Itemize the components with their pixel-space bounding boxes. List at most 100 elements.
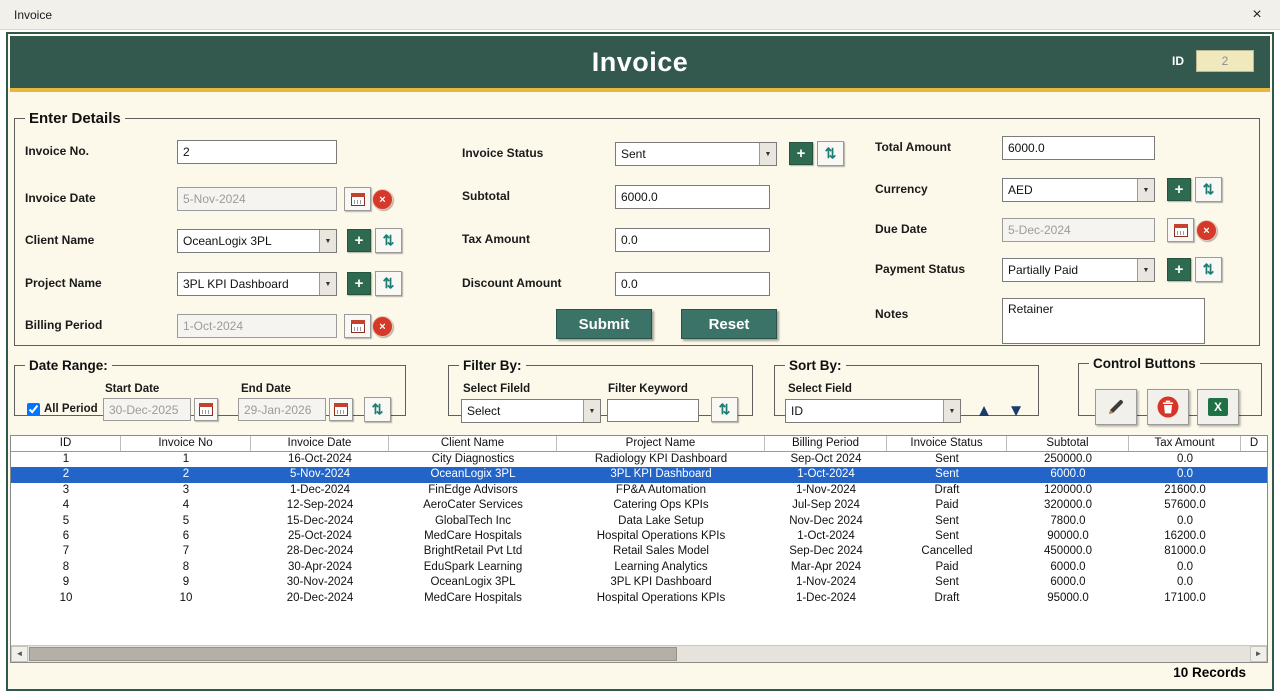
start-date-input[interactable] [103,398,191,421]
due-date-calendar-button[interactable] [1167,218,1194,242]
invoice-date-label: Invoice Date [25,191,96,205]
subtotal-input[interactable] [615,185,770,209]
table-cell: EduSpark Learning [389,560,557,575]
scroll-right-button[interactable]: ► [1250,646,1267,662]
invoice-date-input[interactable] [177,187,337,211]
column-header[interactable]: Invoice Date [251,436,389,451]
table-cell: Hospital Operations KPIs [557,529,765,544]
table-cell [1241,591,1267,606]
horizontal-scrollbar[interactable]: ◄ ► [11,645,1267,662]
reset-button[interactable]: Reset [681,309,777,339]
export-excel-button[interactable]: X [1197,389,1239,425]
table-row[interactable]: 1116-Oct-2024City DiagnosticsRadiology K… [11,452,1267,467]
dropdown-arrow-icon[interactable]: ▼ [583,400,600,422]
invoice-date-calendar-button[interactable] [344,187,371,211]
sort-descending-button[interactable]: ▼ [1003,399,1029,423]
enter-details-group: Enter Details Invoice No. Invoice Date ×… [14,110,1260,346]
window-close-icon[interactable]: × [1246,4,1268,26]
invoice-no-input[interactable] [177,140,337,164]
end-date-input[interactable] [238,398,326,421]
column-header[interactable]: Tax Amount [1129,436,1241,451]
start-date-calendar-button[interactable] [194,398,218,421]
all-period-checkbox[interactable] [27,403,40,416]
billing-period-clear-button[interactable]: × [372,316,393,337]
client-name-refresh-button[interactable]: ⇅ [375,228,402,253]
calendar-icon [1174,224,1188,237]
payment-status-refresh-button[interactable]: ⇅ [1195,257,1222,282]
table-row[interactable]: 4412-Sep-2024AeroCater ServicesCatering … [11,498,1267,513]
total-amount-input[interactable] [1002,136,1155,160]
discount-amount-input[interactable] [615,272,770,296]
table-row[interactable]: 9930-Nov-2024OceanLogix 3PL3PL KPI Dashb… [11,575,1267,590]
column-header[interactable]: Client Name [389,436,557,451]
project-name-value: 3PL KPI Dashboard [178,273,319,295]
invoice-date-clear-button[interactable]: × [372,189,393,210]
table-row[interactable]: 101020-Dec-2024MedCare HospitalsHospital… [11,591,1267,606]
table-cell: 7 [121,544,251,559]
currency-value: AED [1003,179,1137,201]
client-name-select[interactable]: OceanLogix 3PL ▼ [177,229,337,253]
column-header[interactable]: Subtotal [1007,436,1129,451]
tax-amount-input[interactable] [615,228,770,252]
client-name-add-button[interactable]: + [347,229,371,252]
column-header[interactable]: Invoice No [121,436,251,451]
scrollbar-thumb[interactable] [29,647,677,661]
filter-field-select[interactable]: Select ▼ [461,399,601,423]
column-header[interactable]: Project Name [557,436,765,451]
refresh-icon: ⇅ [372,401,384,418]
table-cell [1241,514,1267,529]
date-range-group: Date Range: Start Date End Date All Peri… [14,358,406,416]
table-cell: AeroCater Services [389,498,557,513]
dropdown-arrow-icon[interactable]: ▼ [1137,259,1154,281]
project-name-select[interactable]: 3PL KPI Dashboard ▼ [177,272,337,296]
project-name-refresh-button[interactable]: ⇅ [375,271,402,296]
column-header[interactable]: Invoice Status [887,436,1007,451]
table-cell: FP&A Automation [557,483,765,498]
table-cell: 3PL KPI Dashboard [557,575,765,590]
currency-select[interactable]: AED ▼ [1002,178,1155,202]
filter-refresh-button[interactable]: ⇅ [711,397,738,422]
table-row[interactable]: 7728-Dec-2024BrightRetail Pvt LtdRetail … [11,544,1267,559]
dropdown-arrow-icon[interactable]: ▼ [943,400,960,422]
delete-record-button[interactable] [1147,389,1189,425]
sort-field-select[interactable]: ID ▼ [785,399,961,423]
invoice-status-refresh-button[interactable]: ⇅ [817,141,844,166]
dropdown-arrow-icon[interactable]: ▼ [1137,179,1154,201]
submit-button[interactable]: Submit [556,309,652,339]
billing-period-input[interactable] [177,314,337,338]
column-header[interactable]: Billing Period [765,436,887,451]
id-field[interactable] [1196,50,1254,72]
project-name-add-button[interactable]: + [347,272,371,295]
due-date-input[interactable] [1002,218,1155,242]
sort-ascending-button[interactable]: ▲ [971,399,997,423]
dropdown-arrow-icon[interactable]: ▼ [319,273,336,295]
payment-status-add-button[interactable]: + [1167,258,1191,281]
invoice-status-add-button[interactable]: + [789,142,813,165]
dropdown-arrow-icon[interactable]: ▼ [319,230,336,252]
payment-status-select[interactable]: Partially Paid ▼ [1002,258,1155,282]
dropdown-arrow-icon[interactable]: ▼ [759,143,776,165]
column-header[interactable]: ID [11,436,121,451]
notes-input[interactable]: Retainer [1002,298,1205,344]
table-row[interactable]: 225-Nov-2024OceanLogix 3PL3PL KPI Dashbo… [11,467,1267,482]
date-range-refresh-button[interactable]: ⇅ [364,397,391,422]
invoice-status-select[interactable]: Sent ▼ [615,142,777,166]
column-header[interactable]: D [1241,436,1267,451]
table-row[interactable]: 5515-Dec-2024GlobalTech IncData Lake Set… [11,514,1267,529]
table-cell: Retail Sales Model [557,544,765,559]
due-date-clear-button[interactable]: × [1196,220,1217,241]
refresh-icon: ⇅ [1203,261,1215,278]
edit-record-button[interactable] [1095,389,1137,425]
pencil-icon [1106,397,1126,417]
table-cell: Learning Analytics [557,560,765,575]
scroll-left-button[interactable]: ◄ [11,646,28,662]
table-cell: 1-Nov-2024 [765,575,887,590]
table-row[interactable]: 6625-Oct-2024MedCare HospitalsHospital O… [11,529,1267,544]
billing-period-calendar-button[interactable] [344,314,371,338]
filter-keyword-input[interactable] [607,399,699,422]
table-row[interactable]: 331-Dec-2024FinEdge AdvisorsFP&A Automat… [11,483,1267,498]
table-row[interactable]: 8830-Apr-2024EduSpark LearningLearning A… [11,560,1267,575]
currency-refresh-button[interactable]: ⇅ [1195,177,1222,202]
currency-add-button[interactable]: + [1167,178,1191,201]
end-date-calendar-button[interactable] [329,398,353,421]
